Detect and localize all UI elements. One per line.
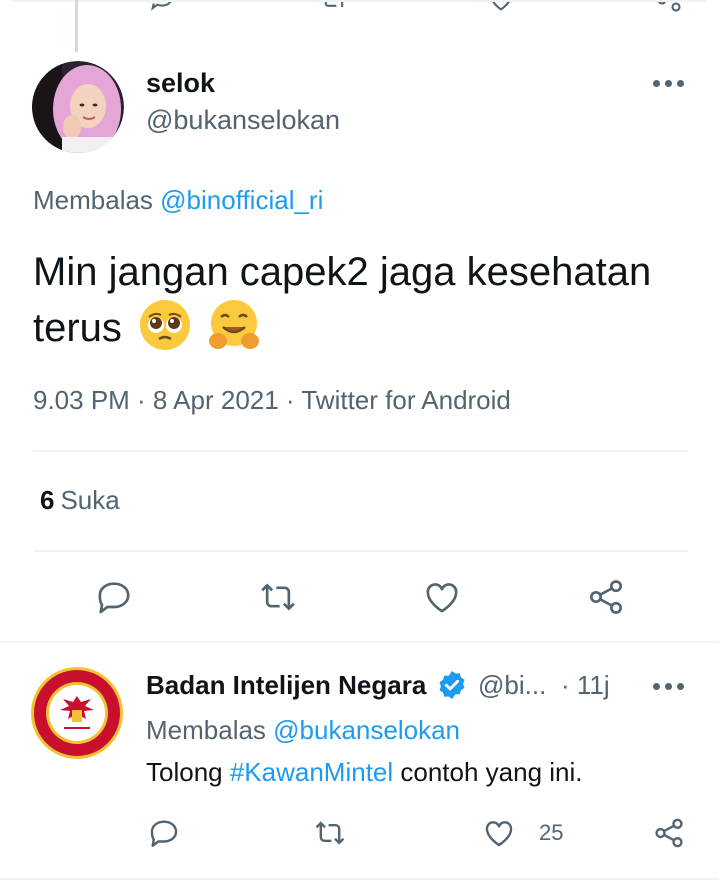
- mention-link[interactable]: @bukanselokan: [273, 715, 460, 745]
- replying-prefix: Membalas: [146, 715, 274, 745]
- likes-stat[interactable]: 6 Suka: [40, 485, 120, 516]
- previous-tweet-actions: [0, 0, 719, 14]
- pleading-face-emoji-icon: [140, 300, 191, 350]
- like-count: 25: [539, 820, 564, 845]
- reply-icon[interactable]: [147, 816, 181, 850]
- retweet-icon[interactable]: [313, 816, 347, 850]
- avatar[interactable]: [30, 666, 124, 760]
- replying-prefix: Membalas: [33, 185, 161, 215]
- reply-icon[interactable]: [148, 0, 176, 14]
- divider: [33, 450, 688, 452]
- tweet-text-content: Min jangan capek2 jaga kesehatan terus: [33, 250, 652, 350]
- author-handle[interactable]: @bukanselokan: [146, 105, 340, 136]
- retweet-icon[interactable]: [258, 577, 298, 617]
- tweet-text-after: contoh yang ini.: [393, 757, 583, 787]
- share-icon[interactable]: [655, 0, 683, 14]
- author-name[interactable]: Badan Intelijen Negara: [146, 670, 426, 701]
- like-icon[interactable]: [487, 0, 515, 14]
- likes-label: Suka: [60, 485, 120, 515]
- tweet-text-before: Tolong: [146, 757, 230, 787]
- bottom-divider: [0, 878, 719, 880]
- replying-to-line: Membalas @binofficial_ri: [33, 185, 323, 216]
- tweet-time[interactable]: · 11j: [561, 670, 610, 701]
- tweet-timestamp[interactable]: 9.03 PM · 8 Apr 2021 · Twitter for Andro…: [33, 385, 511, 416]
- like-icon[interactable]: [482, 816, 516, 850]
- avatar[interactable]: [32, 61, 124, 153]
- avatar-photo: [32, 61, 124, 153]
- thread-connector: [75, 0, 78, 52]
- more-icon[interactable]: [653, 80, 685, 88]
- bin-logo-icon: [31, 667, 123, 759]
- tweet-text: Tolong #KawanMintel contoh yang ini.: [146, 757, 583, 788]
- divider: [33, 550, 688, 552]
- tweet-text: Min jangan capek2 jaga kesehatan terus: [33, 245, 673, 355]
- reply-icon[interactable]: [94, 577, 134, 617]
- like-icon[interactable]: [422, 577, 462, 617]
- hashtag-link[interactable]: #KawanMintel: [230, 757, 393, 787]
- author-handle[interactable]: @bi...: [478, 670, 546, 701]
- likes-count: 6: [40, 485, 55, 515]
- share-icon[interactable]: [652, 816, 686, 850]
- tweet-separator: [0, 641, 719, 643]
- verified-icon: [439, 671, 465, 699]
- top-divider: [12, 0, 707, 2]
- retweet-icon[interactable]: [320, 0, 348, 14]
- replying-to-line: Membalas @bukanselokan: [146, 715, 460, 746]
- share-icon[interactable]: [586, 577, 626, 617]
- mention-link[interactable]: @binofficial_ri: [160, 185, 323, 215]
- more-icon[interactable]: [653, 683, 685, 691]
- hugging-face-emoji-icon: [209, 300, 260, 349]
- author-name[interactable]: selok: [146, 68, 215, 99]
